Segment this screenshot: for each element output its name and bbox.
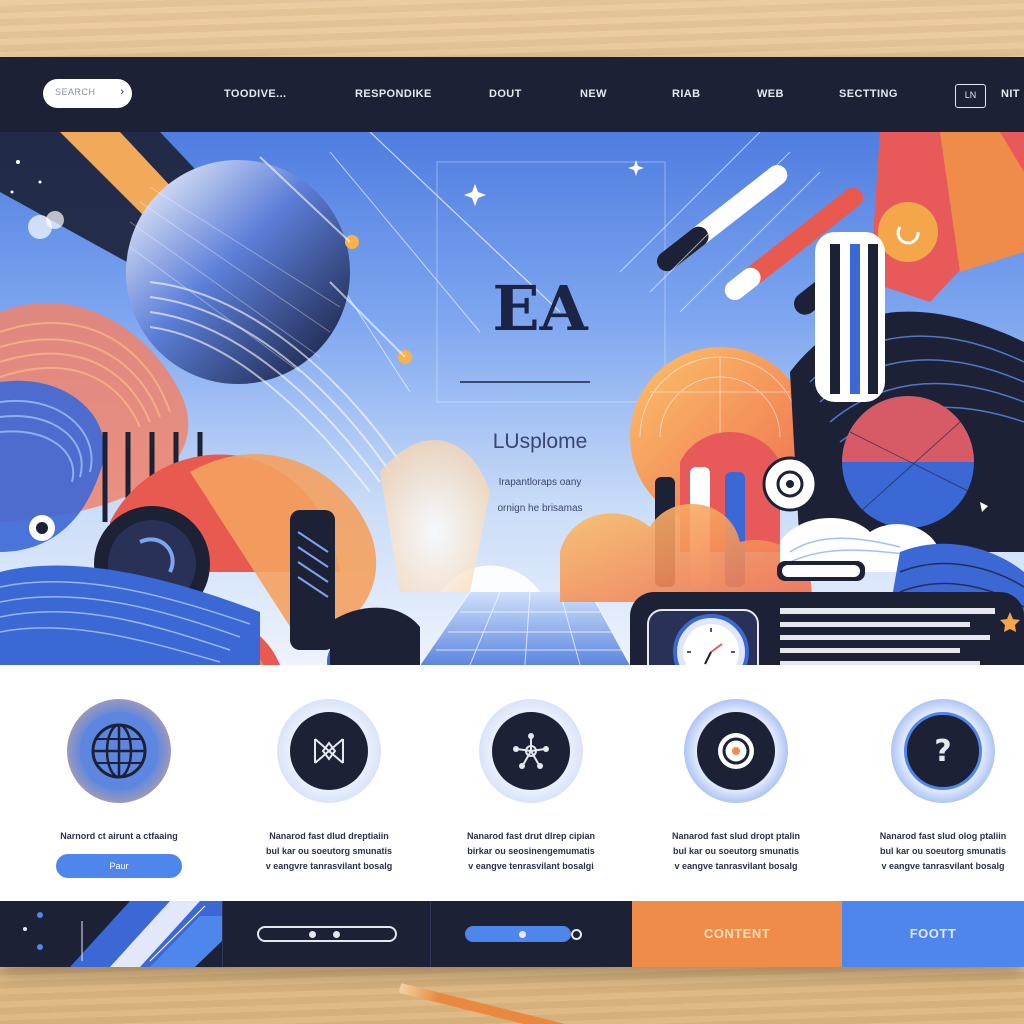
feature-caption: Nanarod fast drut dlrep cipian birkar ou… [436, 829, 626, 874]
feature-icon-ring [277, 699, 381, 803]
target-icon [697, 712, 775, 790]
feature-caption: Narnord ct airunt a ctfaaing [24, 829, 214, 844]
feature-caption-line: v eangve tenrasvilant bosalgi [468, 861, 594, 871]
feature-caption-line: Nanarod fast slud olog ptaliin [879, 831, 1007, 841]
hero-banner: EA LUsplome Irapantloraps oany ornign he… [0, 132, 1024, 665]
feature-caption-line: bul kar ou soeutorg smunatis [672, 846, 800, 856]
pager-dot[interactable] [309, 931, 316, 938]
pager-dot[interactable] [333, 931, 340, 938]
footer-graphic [0, 901, 222, 967]
feature-caption-line: v eangve tanrasvilant bosalg [674, 861, 798, 871]
nav-item-6[interactable]: WEB [757, 88, 784, 100]
feature-icon-ring [479, 699, 583, 803]
footer-content-block[interactable]: CONTENT [632, 901, 842, 967]
feature-card-5: ? Nanarod fast slud olog ptaliin bul kar… [848, 699, 1024, 874]
footer-slider-2 [430, 901, 632, 967]
nav-item-8[interactable]: NIT [1001, 88, 1020, 100]
feature-card-4: Nanarod fast slud dropt ptalin bul kar o… [641, 699, 831, 874]
feature-caption: Nanarod fast slud dropt ptalin bul kar o… [641, 829, 831, 874]
pager-dot[interactable] [519, 931, 526, 938]
nav-item-2[interactable]: RESPONDIKE [355, 88, 432, 100]
nav-item-3[interactable]: DOUT [489, 88, 522, 100]
question-icon: ? [904, 712, 982, 790]
nav-item-7[interactable]: SECTTING [839, 88, 898, 100]
globe-icon [80, 712, 158, 790]
feature-caption-line: Nanarod fast drut dlrep cipian [466, 831, 596, 841]
feature-card-2: Nanarod fast dlud dreptiaiin bul kar ou … [234, 699, 424, 874]
footer-pill-1[interactable] [257, 926, 397, 942]
feature-caption: Nanarod fast slud olog ptaliin bul kar o… [848, 829, 1024, 874]
nav-item-1[interactable]: TOODIVE... [224, 88, 286, 100]
chevron-right-icon: › [120, 86, 124, 98]
hero-subtitle: LUsplome [492, 430, 588, 453]
pager-ring-icon[interactable] [571, 929, 582, 940]
network-icon [290, 712, 368, 790]
feature-icon-ring [684, 699, 788, 803]
feature-caption: Nanarod fast dlud dreptiaiin bul kar ou … [234, 829, 424, 874]
feature-caption-line: Nanarod fast slud dropt ptalin [671, 831, 800, 841]
feature-icon-ring: ? [891, 699, 995, 803]
feature-caption-line: bul kar ou soeutorg smunatis [265, 846, 393, 856]
top-navigation: SEARCH › TOODIVE... RESPONDIKE DOUT NEW … [0, 57, 1024, 132]
feature-card-3: Nanarod fast drut dlrep cipian birkar ou… [436, 699, 626, 874]
feature-caption-line: v eangvre tanrasvilant bosalg [265, 861, 393, 871]
feature-section: Narnord ct airunt a ctfaaing Paur Nanaro… [0, 665, 1024, 901]
footer-pill-2[interactable] [465, 926, 571, 942]
website-mockup: SEARCH › TOODIVE... RESPONDIKE DOUT NEW … [0, 57, 1024, 967]
footer-slider-1 [222, 901, 430, 967]
hero-description-line-2: ornign he brisamas [497, 503, 583, 514]
search-placeholder: SEARCH [55, 87, 96, 97]
footer-foot-block[interactable]: FOOTT [842, 901, 1024, 967]
molecule-icon [492, 712, 570, 790]
feature-caption-line: birkar ou seosinengemumatis [467, 846, 595, 856]
feature-caption-line: Narnord ct airunt a ctfaaing [60, 831, 178, 841]
feature-caption-line: Nanarod fast dlud dreptiaiin [269, 831, 389, 841]
feature-caption-line: v eangve tanrasvilant bosalg [881, 861, 1005, 871]
feature-cta-button[interactable]: Paur [56, 854, 182, 878]
nav-item-5[interactable]: RIAB [672, 88, 701, 100]
feature-card-1: Narnord ct airunt a ctfaaing Paur [24, 699, 214, 878]
hero-title: EA [492, 272, 588, 345]
footer: CONTENT FOOTT [0, 901, 1024, 967]
feature-caption-line: bul kar ou soeutorg smunatis [879, 846, 1007, 856]
search-input[interactable]: SEARCH › [43, 79, 132, 108]
footer-foot-label: FOOTT [909, 926, 957, 941]
footer-content-label: CONTENT [703, 926, 771, 941]
feature-icon-ring [67, 699, 171, 803]
hero-description-line-1: Irapantloraps oany [498, 477, 582, 488]
menu-box-icon[interactable]: LN [955, 84, 986, 108]
hero-illustration [0, 132, 1024, 665]
nav-item-4[interactable]: NEW [580, 88, 607, 100]
